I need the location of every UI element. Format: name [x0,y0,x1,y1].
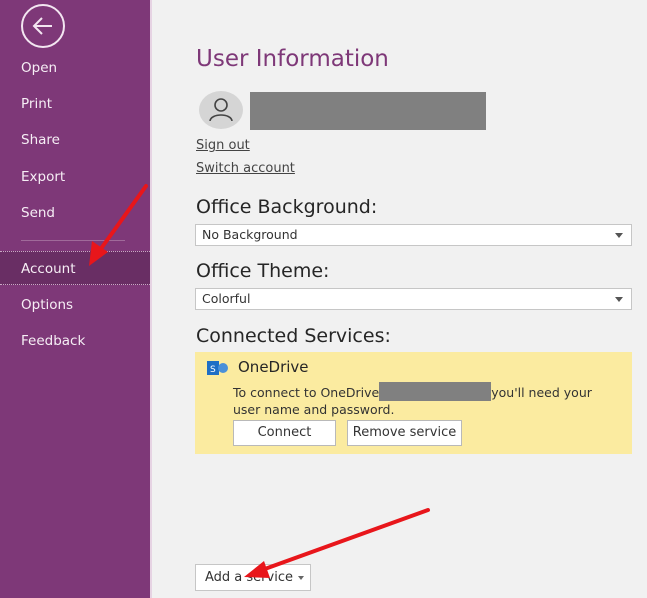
remove-service-button[interactable]: Remove service [347,420,462,446]
switch-account-link[interactable]: Switch account [196,161,295,176]
nav-item-print[interactable]: Print [0,87,150,121]
nav-item-open[interactable]: Open [0,51,150,85]
sign-out-link[interactable]: Sign out [196,138,250,153]
connected-services-label: Connected Services: [196,325,391,347]
sidebar-border [150,0,152,598]
connect-button[interactable]: Connect [233,420,336,446]
redacted-site-url [379,382,492,401]
dropdown-caret-icon [298,576,304,580]
onedrive-service-card: S OneDrive To connect to OneDrive you'll … [195,352,632,454]
office-background-label: Office Background: [196,196,378,218]
office-background-select[interactable]: No Background [195,224,632,246]
back-button[interactable] [21,4,65,48]
person-icon [209,98,233,121]
dropdown-caret-icon [615,297,623,302]
office-theme-label: Office Theme: [196,260,330,282]
nav-item-feedback[interactable]: Feedback [0,324,150,358]
office-background-value: No Background [202,227,298,242]
nav-item-export[interactable]: Export [0,160,150,194]
office-theme-value: Colorful [202,291,251,306]
nav-item-options[interactable]: Options [0,288,150,322]
sharepoint-onedrive-icon: S [207,361,228,375]
office-theme-select[interactable]: Colorful [195,288,632,310]
nav-item-share[interactable]: Share [0,123,150,157]
nav-item-account[interactable]: Account [0,251,150,285]
arrow-left-icon [32,17,52,35]
svg-text:S: S [210,365,216,375]
description-prefix: To connect to OneDrive [233,385,380,400]
user-information-heading: User Information [196,46,389,72]
nav-item-send[interactable]: Send [0,196,150,230]
backstage-sidebar: Open Print Share Export Send Account Opt… [0,0,150,598]
redacted-user-name [250,92,486,130]
service-description: To connect to OneDrive you'll need your u… [233,382,623,418]
nav-divider [21,240,125,241]
add-a-service-button[interactable]: Add a service [195,564,311,591]
avatar [199,91,243,129]
dropdown-caret-icon [615,233,623,238]
service-name: OneDrive [238,358,309,376]
add-a-service-label: Add a service [205,570,293,585]
